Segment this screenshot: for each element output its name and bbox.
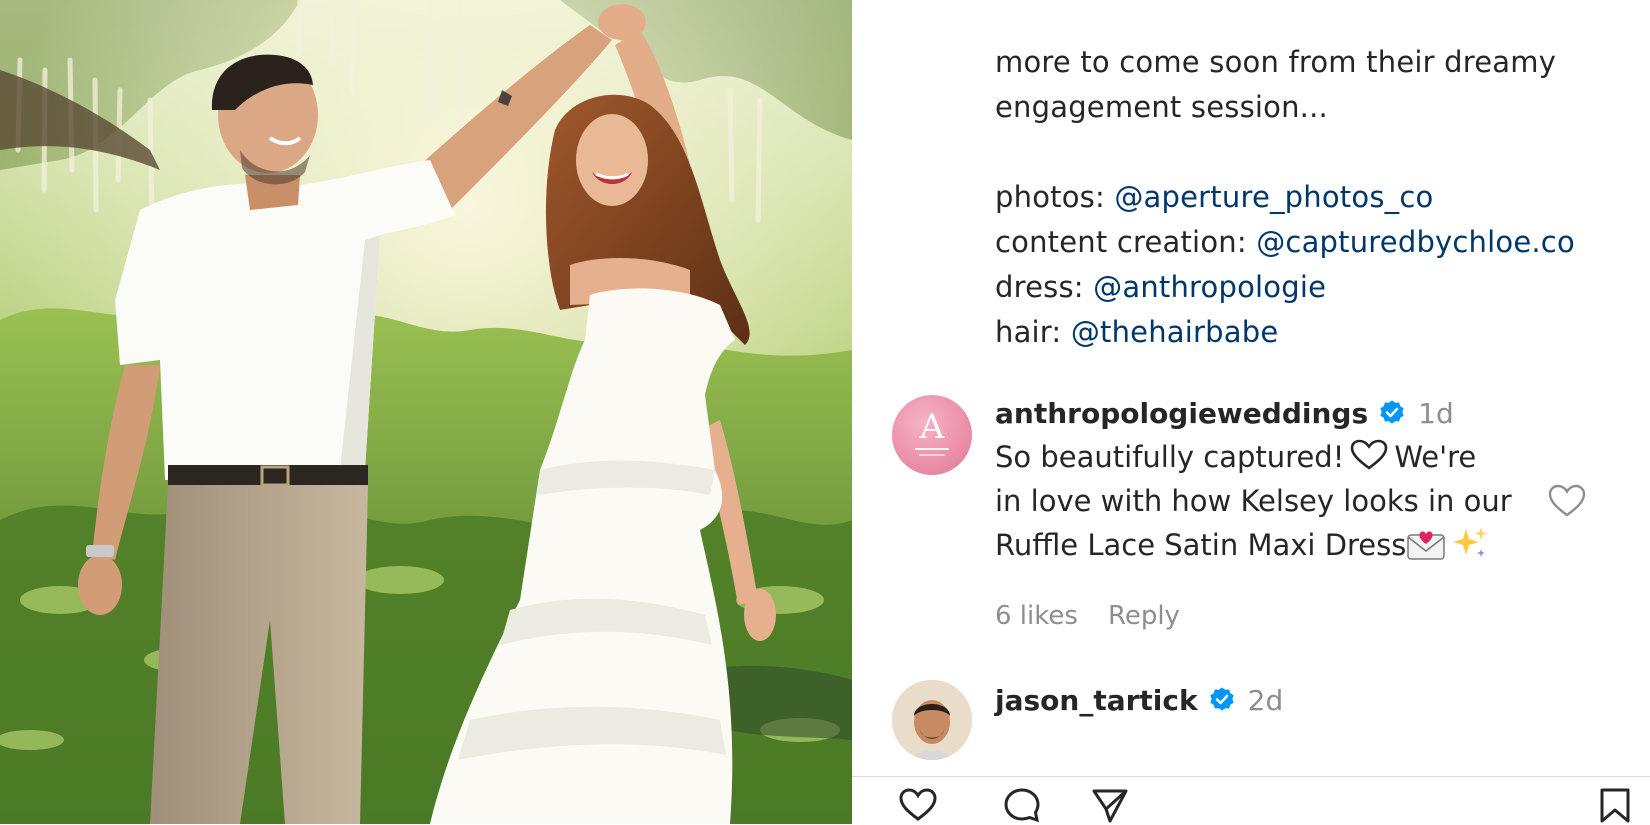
comment-icon[interactable] xyxy=(1002,787,1042,823)
reply-button[interactable]: Reply xyxy=(1108,601,1180,631)
credit-dress: dress: @anthropologie xyxy=(995,265,1635,310)
comment-text-line: in love with how Kelsey looks in our xyxy=(995,484,1512,518)
mention-link[interactable]: @capturedbychloe.co xyxy=(1256,225,1575,259)
post-caption: more to come soon from their dreamy enga… xyxy=(995,40,1635,355)
avatar-photo xyxy=(892,680,972,760)
like-heart-icon[interactable] xyxy=(898,787,938,823)
sparkles-icon xyxy=(1453,527,1488,557)
credit-label: content creation: xyxy=(995,225,1247,259)
avatar-letter: A xyxy=(919,407,945,447)
caption-line: engagement session... xyxy=(995,90,1328,124)
credit-hair: hair: @thehairbabe xyxy=(995,310,1635,355)
credit-content-creation: content creation: @capturedbychloe.co xyxy=(995,220,1635,265)
comment-header: jason_tartick 2d xyxy=(995,680,1555,720)
comment-text-line: So beautifully captured! We're xyxy=(995,435,1555,479)
comment-text: So beautifully captured! We're in love wi… xyxy=(995,435,1555,567)
credit-label: photos: xyxy=(995,180,1105,214)
engagement-photo-illustration xyxy=(0,0,852,824)
post-action-bar xyxy=(852,776,1650,825)
credit-photos: photos: @aperture_photos_co xyxy=(995,175,1635,220)
comment-text-line: Ruffle Lace Satin Maxi Dress xyxy=(995,523,1555,567)
comment-time: 2d xyxy=(1247,683,1284,717)
comment-time: 1d xyxy=(1418,396,1454,430)
comment-body: jason_tartick 2d xyxy=(995,680,1555,720)
heart-emoji-icon xyxy=(1351,439,1388,470)
verified-badge-icon xyxy=(1380,400,1404,424)
avatar-logo-subtext xyxy=(919,454,945,456)
comment-username[interactable]: anthropologieweddings xyxy=(995,397,1368,430)
credit-label: hair: xyxy=(995,315,1062,349)
mention-link[interactable]: @anthropologie xyxy=(1093,270,1326,304)
caption-line: more to come soon from their dreamy xyxy=(995,45,1557,79)
comments-panel: more to come soon from their dreamy enga… xyxy=(852,0,1650,825)
comment-text-segment: Ruffle Lace Satin Maxi Dress xyxy=(995,528,1407,562)
avatar[interactable]: A xyxy=(892,395,972,475)
comment-text-segment: So beautifully captured! xyxy=(995,440,1345,474)
credit-label: dress: xyxy=(995,270,1084,304)
avatar[interactable] xyxy=(892,680,972,760)
mention-link[interactable]: @thehairbabe xyxy=(1071,315,1279,349)
post-photo xyxy=(0,0,852,824)
comment-likes[interactable]: 6 likes xyxy=(995,601,1078,631)
save-icon[interactable] xyxy=(1598,787,1632,823)
comment-header: anthropologieweddings 1d xyxy=(995,393,1555,433)
mention-link[interactable]: @aperture_photos_co xyxy=(1114,180,1433,214)
avatar-logo-rule xyxy=(915,448,949,450)
heart-icon[interactable] xyxy=(1547,483,1587,519)
comment-body: anthropologieweddings 1d So beautifully … xyxy=(995,393,1555,632)
comment-username[interactable]: jason_tartick xyxy=(995,684,1198,717)
comment-text-segment: We're xyxy=(1394,440,1477,474)
comment-meta: 6 likes Reply xyxy=(995,601,1555,631)
verified-badge-icon xyxy=(1210,687,1234,711)
love-letter-icon xyxy=(1407,531,1446,560)
share-icon[interactable] xyxy=(1090,787,1130,823)
